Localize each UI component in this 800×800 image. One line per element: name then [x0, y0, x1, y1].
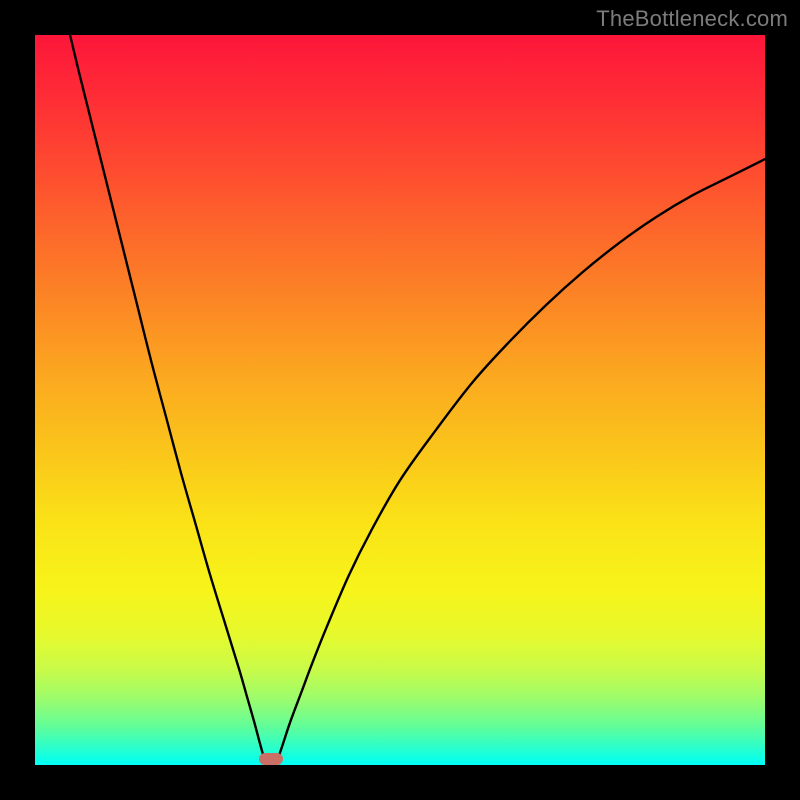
chart-frame: TheBottleneck.com — [0, 0, 800, 800]
watermark-text: TheBottleneck.com — [596, 6, 788, 32]
bottleneck-curve — [35, 35, 765, 765]
optimum-marker — [259, 753, 283, 765]
curve-right-branch — [279, 159, 765, 756]
curve-left-branch — [70, 35, 263, 756]
plot-area — [35, 35, 765, 765]
